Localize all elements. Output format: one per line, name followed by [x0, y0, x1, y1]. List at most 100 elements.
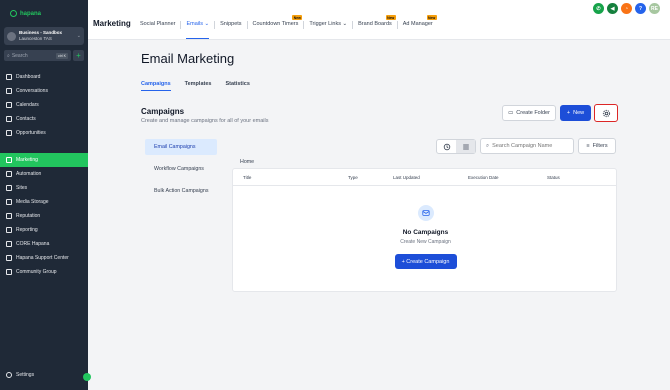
tab-label: Snippets: [220, 21, 242, 27]
brand-logo[interactable]: hapana: [10, 10, 41, 17]
tab-email-campaigns[interactable]: Email Campaigns: [145, 139, 217, 155]
empty-state: No Campaigns Create New Campaign + Creat…: [233, 205, 618, 269]
tab-workflow-campaigns[interactable]: Workflow Campaigns: [145, 161, 217, 177]
tab-snippets[interactable]: Snippets: [216, 21, 245, 29]
sidebar-item-reporting[interactable]: Reporting: [0, 223, 88, 237]
tab-label: Brand Boards: [358, 21, 392, 27]
settings-button[interactable]: [594, 104, 618, 122]
filters-button[interactable]: ≡ Filters: [578, 138, 616, 154]
page-title: Email Marketing: [141, 51, 235, 66]
sidebar-item-marketing[interactable]: Marketing: [0, 153, 88, 167]
plus-icon: +: [566, 110, 571, 116]
tab-label: Trigger Links: [309, 21, 341, 27]
sidebar-item-label: Calendars: [16, 102, 39, 108]
breadcrumb[interactable]: Home: [240, 159, 254, 165]
tab-brand-boards[interactable]: Brand Boards New: [354, 15, 396, 29]
view-toggle: [436, 139, 476, 154]
settings-label: Settings: [16, 372, 35, 378]
sidebar-item-reputation[interactable]: Reputation: [0, 209, 88, 223]
column-header-title[interactable]: Title: [243, 175, 251, 180]
quick-add-button[interactable]: +: [73, 50, 84, 61]
create-folder-button[interactable]: ▭ Create Folder: [502, 105, 556, 121]
sidebar-item-community-group[interactable]: Community Group: [0, 265, 88, 279]
campaign-type-tabs: Email Campaigns Workflow Campaigns Bulk …: [145, 139, 217, 205]
reporting-icon: [6, 227, 12, 233]
sidebar-item-support-center[interactable]: Hapana Support Center: [0, 251, 88, 265]
sidebar-item-dashboard[interactable]: Dashboard: [0, 70, 88, 84]
sidebar-item-settings[interactable]: Settings: [6, 372, 34, 378]
create-campaign-button[interactable]: + Create Campaign: [394, 254, 457, 269]
calendar-icon: [6, 102, 12, 108]
sidebar-collapse-toggle[interactable]: [83, 373, 91, 381]
top-bar: Marketing Social Planner Emails ⌄ Snippe…: [88, 0, 670, 40]
filters-label: Filters: [592, 143, 608, 149]
campaign-search: ⌕: [480, 138, 574, 154]
create-folder-label: Create Folder: [516, 110, 550, 116]
sidebar-item-conversations[interactable]: Conversations: [0, 84, 88, 98]
list-view-icon[interactable]: [456, 140, 475, 153]
bell-icon[interactable]: ◔: [621, 3, 632, 14]
chevron-down-icon: ⌄: [76, 33, 81, 39]
tab-social-planner[interactable]: Social Planner: [136, 21, 179, 29]
gear-icon: [6, 372, 12, 378]
column-header-last-updated[interactable]: Last Updated: [393, 175, 420, 180]
user-avatar[interactable]: RE: [649, 3, 660, 14]
clock-icon[interactable]: [437, 140, 456, 153]
tab-bulk-action-campaigns[interactable]: Bulk Action Campaigns: [145, 183, 217, 199]
sidebar: hapana Business - Sandbox Launceston TAS…: [0, 0, 91, 390]
marketing-icon: [6, 157, 12, 163]
section-title: Campaigns: [141, 107, 185, 116]
account-avatar: [7, 31, 16, 41]
column-header-status[interactable]: Status: [547, 175, 560, 180]
tab-trigger-links[interactable]: Trigger Links ⌄: [305, 21, 351, 29]
new-badge: New: [426, 15, 437, 20]
sidebar-search-placeholder: Search: [11, 52, 28, 59]
tab-statistics[interactable]: Statistics: [225, 81, 249, 91]
tab-countdown-timers[interactable]: Countdown Timers New: [249, 15, 303, 29]
module-title: Marketing: [93, 19, 131, 28]
sidebar-item-opportunities[interactable]: Opportunities: [0, 126, 88, 140]
tab-campaigns[interactable]: Campaigns: [141, 81, 171, 91]
sidebar-item-label: Opportunities: [16, 130, 46, 136]
phone-icon[interactable]: ✆: [593, 3, 604, 14]
sidebar-item-contacts[interactable]: Contacts: [0, 112, 88, 126]
sidebar-item-label: Hapana Support Center: [16, 255, 69, 261]
nav-divider: [246, 21, 248, 29]
sidebar-item-label: CORE Hapana: [16, 241, 50, 247]
column-header-type[interactable]: Type: [348, 175, 358, 180]
new-button[interactable]: + New: [560, 105, 591, 121]
support-icon: [6, 255, 12, 261]
dashboard-icon: [6, 74, 12, 80]
tab-ad-manager[interactable]: Ad Manager New: [399, 15, 437, 29]
nav-divider: [396, 21, 398, 29]
sidebar-search[interactable]: ⌕ Search ctrl K: [4, 50, 71, 61]
sidebar-item-sites[interactable]: Sites: [0, 181, 88, 195]
search-icon: ⌕: [486, 142, 490, 149]
sidebar-item-label: Conversations: [16, 88, 48, 94]
chevron-down-icon: ⌄: [342, 21, 348, 27]
tab-emails[interactable]: Emails ⌄: [182, 21, 213, 39]
automation-icon: [6, 171, 12, 177]
sidebar-item-label: Sites: [16, 185, 28, 191]
sidebar-item-core-hapana[interactable]: CORE Hapana: [0, 237, 88, 251]
top-nav: Social Planner Emails ⌄ Snippets Countdo…: [136, 15, 437, 39]
sidebar-item-automation[interactable]: Automation: [0, 167, 88, 181]
account-location: Launceston TAS: [19, 36, 52, 41]
sidebar-item-calendars[interactable]: Calendars: [0, 98, 88, 112]
account-switcher[interactable]: Business - Sandbox Launceston TAS ⌄: [4, 27, 84, 45]
help-icon[interactable]: ?: [635, 3, 646, 14]
tab-templates[interactable]: Templates: [185, 81, 212, 91]
column-header-execution-date[interactable]: Execution Date: [468, 175, 499, 180]
campaign-search-input[interactable]: [492, 143, 571, 149]
sidebar-item-media-storage[interactable]: Media Storage: [0, 195, 88, 209]
megaphone-icon[interactable]: ◀: [607, 3, 618, 14]
page-tabs: Campaigns Templates Statistics: [141, 81, 250, 91]
sidebar-item-label: Media Storage: [16, 199, 49, 205]
sidebar-item-label: Contacts: [16, 116, 36, 122]
new-label: New: [573, 110, 585, 116]
search-icon: ⌕: [7, 52, 10, 59]
sites-icon: [6, 185, 12, 191]
tab-label: Ad Manager: [402, 21, 433, 27]
empty-subtitle: Create New Campaign: [400, 239, 451, 245]
sidebar-item-label: Automation: [16, 171, 42, 177]
